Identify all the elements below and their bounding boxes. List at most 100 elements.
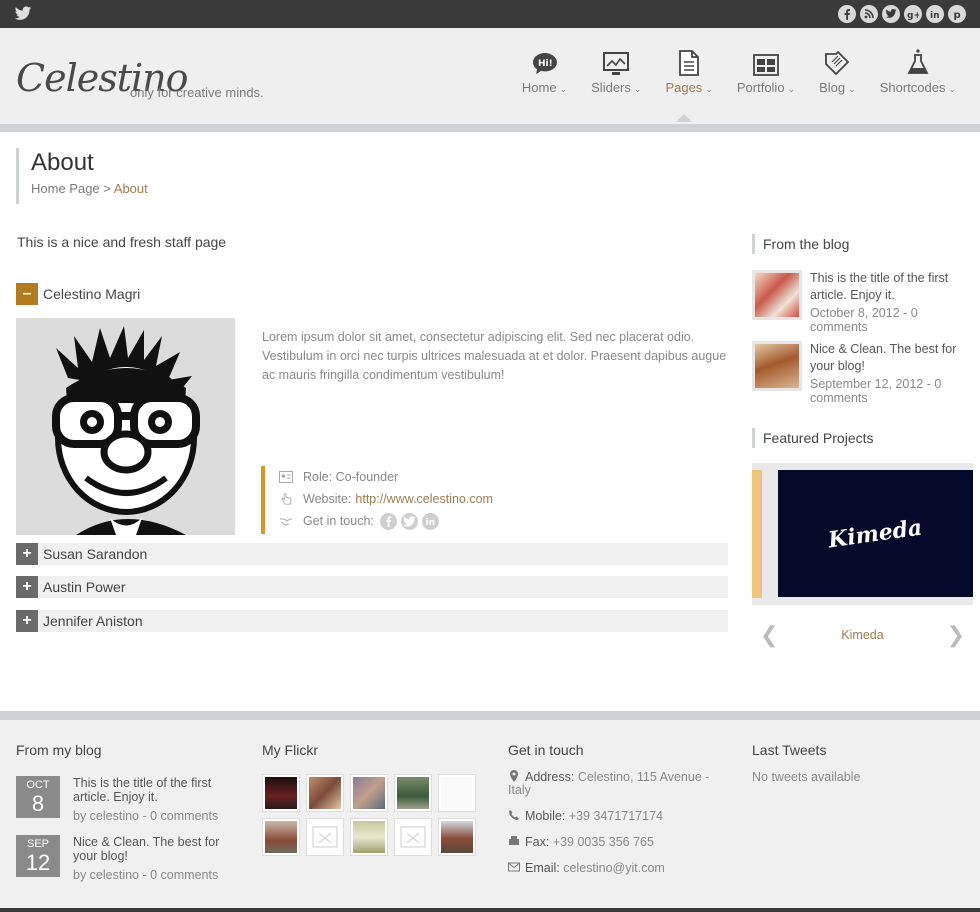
post-title[interactable]: This is the title of the first article. …	[810, 270, 970, 304]
active-nav-pointer	[676, 114, 692, 122]
post-title[interactable]: This is the title of the first article. …	[73, 776, 243, 804]
accordion-item[interactable]: + Susan Sarandon	[16, 543, 728, 565]
fax-icon	[509, 836, 519, 845]
post-byline: by celestino - 0 comments	[73, 809, 219, 823]
social-links: g+ in p	[838, 5, 966, 23]
staff-social-links: in	[379, 512, 439, 530]
nav-item-pages[interactable]: Pages ⌄	[653, 46, 724, 95]
page-title: About	[31, 149, 94, 176]
featured-project-image[interactable]: Kimeda	[778, 470, 973, 597]
nav-label: Home	[521, 80, 557, 95]
page-title-block: About Home Page > About	[16, 148, 148, 204]
expand-icon[interactable]: +	[16, 610, 38, 632]
flask-icon	[907, 49, 929, 74]
flickr-photo[interactable]	[262, 818, 300, 856]
google-plus-icon[interactable]: g+	[904, 5, 922, 23]
breadcrumb-home[interactable]: Home Page	[31, 181, 100, 196]
rss-icon[interactable]	[860, 5, 878, 23]
twitter-icon[interactable]	[14, 6, 32, 22]
chevron-down-icon: ⌄	[848, 84, 856, 94]
chevron-down-icon: ⌄	[787, 84, 796, 94]
tweets-empty-message: No tweets available	[752, 770, 861, 784]
staff-name: Jennifer Aniston	[43, 613, 143, 629]
facebook-icon[interactable]	[379, 512, 397, 530]
date-day: 8	[31, 791, 45, 816]
nav-item-blog[interactable]: Blog ⌄	[807, 46, 868, 95]
handshake-icon	[280, 518, 292, 526]
flickr-photo[interactable]	[306, 774, 344, 812]
accordion-item[interactable]: + Jennifer Aniston	[16, 610, 728, 632]
footer-post[interactable]: OCT 8 This is the title of the first art…	[16, 776, 246, 826]
fax-label: Fax:	[525, 835, 550, 849]
staff-website-row: Website: http://www.celestino.com	[279, 488, 493, 510]
featured-project-caption[interactable]: Kimeda	[752, 628, 973, 642]
nav-item-portfolio[interactable]: Portfolio ⌄	[725, 46, 807, 95]
footer-post[interactable]: SEP 12 Nice & Clean. The best for your b…	[16, 835, 246, 885]
address-label: Address:	[525, 770, 575, 784]
sidebar-post[interactable]: This is the title of the first article. …	[752, 270, 972, 334]
staff-role: Role: Co-founder	[303, 470, 399, 484]
accordion-item[interactable]: + Austin Power	[16, 576, 728, 598]
footer-blog-heading: From my blog	[16, 742, 102, 758]
twitter-icon[interactable]	[882, 5, 900, 23]
flickr-photo[interactable]	[350, 818, 388, 856]
chevron-right-icon[interactable]: ❯	[947, 622, 965, 648]
flickr-photo[interactable]	[438, 774, 476, 812]
expand-icon[interactable]: +	[16, 543, 38, 565]
previous-slide-peek	[752, 470, 762, 598]
flickr-photo[interactable]	[262, 774, 300, 812]
chart-icon	[603, 52, 630, 75]
featured-slider-nav: ❮ Kimeda ❯	[752, 622, 973, 648]
linkedin-icon[interactable]: in	[926, 5, 944, 23]
collapse-icon[interactable]: –	[16, 283, 38, 305]
footer-flickr-heading: My Flickr	[262, 742, 318, 758]
nav-item-shortcodes[interactable]: Shortcodes ⌄	[868, 46, 968, 95]
staff-name: Celestino Magri	[43, 286, 141, 302]
email-value[interactable]: celestino@yit.com	[563, 861, 665, 875]
svg-text:p: p	[954, 10, 961, 20]
date-month: SEP	[26, 838, 49, 850]
contact-label: Get in touch:	[303, 514, 374, 528]
site-header: Celestino only for creative minds. Hi! H…	[0, 28, 980, 124]
flickr-photo[interactable]	[394, 774, 432, 812]
post-thumbnail[interactable]	[752, 341, 802, 391]
expand-icon[interactable]: +	[16, 576, 38, 598]
nav-label: Pages	[665, 80, 703, 95]
flickr-photo[interactable]	[438, 818, 476, 856]
staff-role-row: Role: Co-founder	[279, 466, 493, 488]
website-link[interactable]: http://www.celestino.com	[355, 492, 493, 506]
fax-value: +39 0035 356 765	[552, 835, 654, 849]
post-title[interactable]: Nice & Clean. The best for your blog!	[73, 835, 243, 863]
map-pin-icon	[510, 770, 518, 782]
breadcrumb-separator: >	[103, 181, 111, 196]
pinterest-icon[interactable]: p	[948, 5, 966, 23]
accordion-item-open[interactable]: – Celestino Magri	[16, 283, 140, 305]
sidebar-blog-heading: From the blog	[752, 234, 849, 254]
nav-item-home[interactable]: Hi! Home ⌄	[510, 46, 579, 95]
bottom-bar	[0, 908, 980, 912]
nav-item-sliders[interactable]: Sliders ⌄	[579, 46, 653, 95]
contact-fax: Fax: +39 0035 356 765	[508, 835, 728, 849]
post-date: September 12, 2012 - 0 comments	[810, 377, 942, 405]
nav-label: Portfolio	[736, 80, 785, 95]
facebook-icon[interactable]	[838, 5, 856, 23]
post-title[interactable]: Nice & Clean. The best for your blog!	[810, 341, 970, 375]
staff-avatar	[16, 318, 235, 535]
post-thumbnail[interactable]	[752, 270, 802, 320]
svg-text:in: in	[425, 518, 435, 528]
post-date: October 8, 2012 - 0 comments	[810, 306, 918, 334]
contact-mobile: Mobile: +39 3471717174	[508, 809, 728, 823]
sidebar-post[interactable]: Nice & Clean. The best for your blog! Se…	[752, 341, 972, 405]
contact-address: Address: Celestino, 115 Avenue - Italy	[508, 770, 728, 797]
linkedin-icon[interactable]: in	[421, 512, 439, 530]
flickr-photo-placeholder[interactable]	[306, 818, 344, 856]
flickr-photo-placeholder[interactable]	[394, 818, 432, 856]
project-logo-text: Kimeda	[826, 514, 925, 553]
chevron-down-icon: ⌄	[705, 84, 713, 94]
date-month: OCT	[26, 779, 50, 791]
flickr-photo[interactable]	[350, 774, 388, 812]
twitter-icon[interactable]	[400, 512, 418, 530]
phone-icon	[509, 810, 519, 820]
staff-meta: Role: Co-founder Website: http://www.cel…	[261, 466, 493, 534]
post-date-badge: OCT 8	[16, 776, 60, 818]
